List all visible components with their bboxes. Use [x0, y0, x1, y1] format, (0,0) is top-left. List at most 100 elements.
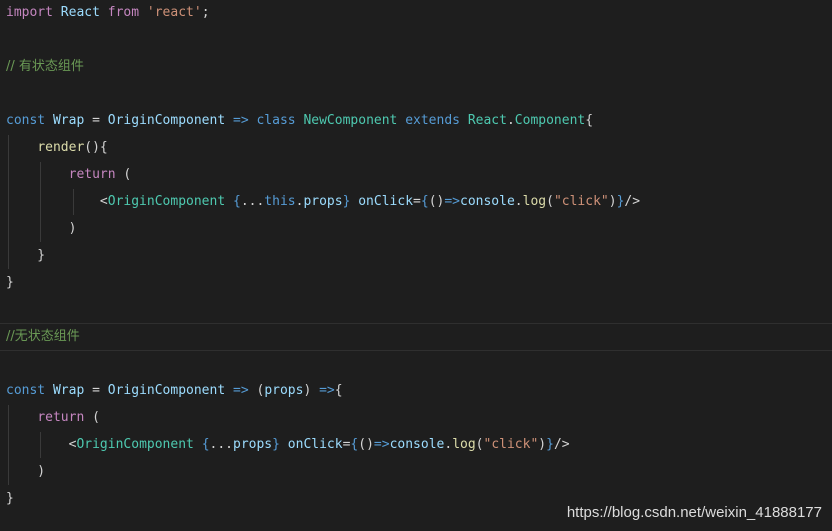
code-token: const: [6, 383, 46, 398]
code-token: // 有状态组件: [6, 59, 84, 74]
code-token: class: [256, 113, 296, 128]
code-line[interactable]: return (: [6, 165, 132, 185]
code-token: console: [460, 194, 515, 209]
code-token: (: [475, 437, 484, 452]
code-token: (: [248, 383, 265, 398]
code-token: {: [334, 383, 343, 398]
code-line[interactable]: render(){: [6, 138, 108, 158]
code-token: React: [467, 113, 507, 128]
code-line[interactable]: return (: [6, 408, 100, 428]
code-token: onClick: [287, 437, 343, 452]
code-token: }: [6, 491, 14, 506]
code-token: .: [514, 194, 523, 209]
code-line[interactable]: <OriginComponent {...props} onClick={()=…: [6, 435, 570, 455]
code-token: render: [37, 140, 85, 155]
code-token: ): [608, 194, 617, 209]
code-token: "click": [483, 437, 539, 452]
code-line[interactable]: import React from 'react';: [6, 3, 210, 23]
code-token: 'react': [146, 5, 202, 20]
code-token: ): [6, 464, 46, 479]
code-token: (): [358, 437, 374, 452]
code-token: //无状态组件: [6, 329, 80, 344]
code-line[interactable]: }: [6, 273, 14, 293]
code-token: ): [6, 221, 77, 236]
code-token: ): [303, 383, 320, 398]
code-token: this: [264, 194, 296, 209]
code-token: Wrap: [52, 113, 85, 128]
code-token: {: [585, 113, 594, 128]
code-token: props: [264, 383, 304, 398]
code-token: (){: [84, 140, 108, 155]
code-token: OriginComponent: [107, 383, 226, 398]
code-token: =>: [319, 383, 335, 398]
code-token: <: [99, 194, 108, 209]
watermark-url: https://blog.csdn.net/weixin_41888177: [566, 504, 822, 521]
code-line[interactable]: }: [6, 489, 14, 509]
code-line[interactable]: ): [6, 462, 45, 482]
code-token: const: [6, 113, 46, 128]
code-token: ;: [201, 5, 210, 20]
code-token: (: [115, 167, 132, 182]
code-token: log: [452, 437, 476, 452]
code-token: extends: [405, 113, 460, 128]
code-token: =: [84, 383, 108, 398]
code-token: }: [6, 275, 14, 290]
code-token: OriginComponent: [107, 113, 226, 128]
code-line[interactable]: //无状态组件: [6, 327, 80, 347]
code-token: OriginComponent: [76, 437, 194, 452]
code-token: onClick: [358, 194, 414, 209]
code-line[interactable]: const Wrap = OriginComponent => (props) …: [6, 381, 343, 401]
code-token: "click": [553, 194, 609, 209]
code-token: import: [6, 5, 53, 20]
code-token: }: [272, 437, 280, 452]
code-token: }: [6, 248, 46, 263]
code-token: =>: [233, 383, 249, 398]
code-token: return: [37, 410, 85, 425]
code-token: props: [303, 194, 343, 209]
code-token: =: [413, 194, 421, 209]
code-token: NewComponent: [303, 113, 398, 128]
code-editor[interactable]: import React from 'react'; // 有状态组件 const …: [0, 0, 832, 531]
code-token: =>: [373, 437, 390, 452]
code-token: {: [420, 194, 429, 209]
code-token: =>: [444, 194, 460, 209]
current-line-highlight: [0, 323, 832, 351]
code-token: />: [553, 437, 570, 452]
code-token: .: [444, 437, 453, 452]
code-token: {: [201, 437, 210, 452]
code-token: log: [522, 194, 547, 209]
code-line[interactable]: // 有状态组件: [6, 57, 84, 77]
code-token: =: [84, 113, 108, 128]
code-token: Component: [514, 113, 586, 128]
code-token: (: [546, 194, 554, 209]
code-token: (: [84, 410, 100, 425]
code-token: OriginComponent: [107, 194, 226, 209]
code-line[interactable]: const Wrap = OriginComponent => class Ne…: [6, 111, 593, 131]
code-line[interactable]: }: [6, 246, 45, 266]
code-token: from: [107, 5, 140, 20]
code-line[interactable]: <OriginComponent {...this.props} onClick…: [6, 192, 640, 212]
code-line[interactable]: ): [6, 219, 77, 239]
code-token: .: [506, 113, 515, 128]
code-token: }: [546, 437, 554, 452]
code-token: {: [232, 194, 241, 209]
code-token: Wrap: [52, 383, 85, 398]
code-token: ): [538, 437, 547, 452]
code-token: React: [60, 5, 100, 20]
